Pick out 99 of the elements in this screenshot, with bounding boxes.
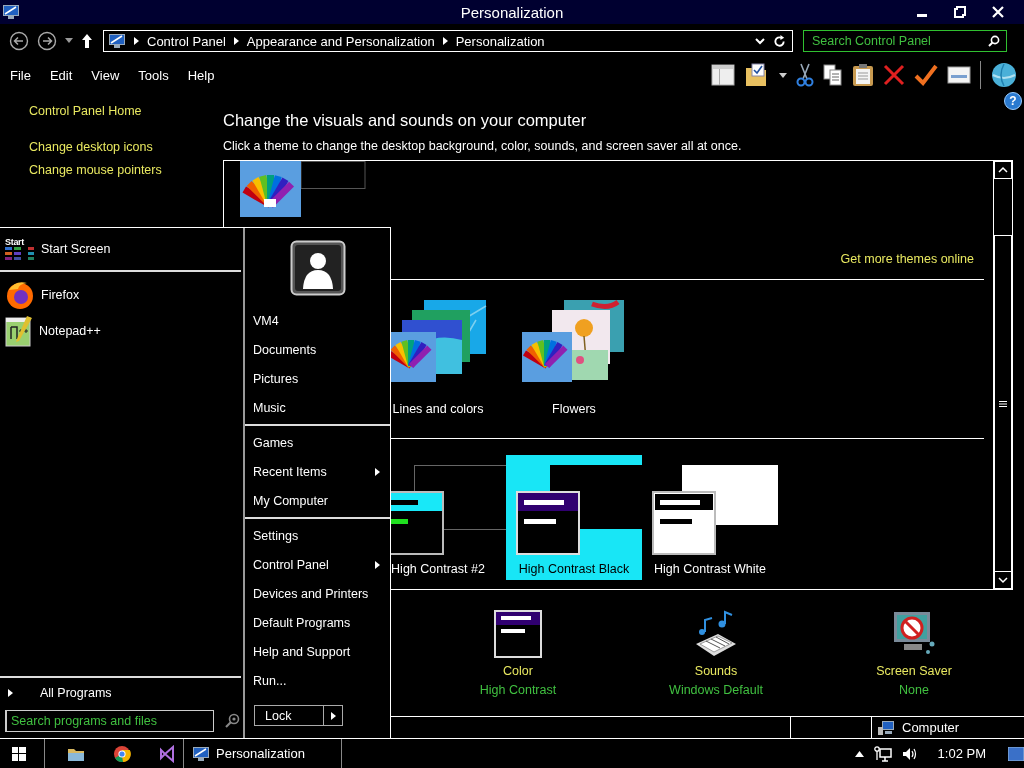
firefox-icon — [5, 280, 35, 310]
chevron-icon — [134, 37, 139, 45]
scrollbar[interactable] — [993, 161, 1012, 589]
show-hidden-icon[interactable] — [854, 750, 864, 757]
breadcrumb-item[interactable]: Control Panel — [147, 33, 226, 49]
menu-item[interactable]: Help — [187, 67, 215, 83]
start-menu-item[interactable]: Games — [245, 428, 390, 457]
color-scheme-icon[interactable] — [494, 610, 542, 658]
lock-button[interactable]: Lock — [254, 705, 324, 726]
scroll-up-icon[interactable] — [994, 161, 1012, 179]
get-more-themes-link[interactable]: Get more themes online — [840, 252, 974, 266]
sidebar-link[interactable]: Change desktop icons — [29, 140, 223, 155]
start-menu-item[interactable]: Run... — [245, 666, 390, 695]
envelope-icon[interactable] — [947, 66, 971, 84]
start-menu-item[interactable]: Recent Items — [245, 457, 390, 486]
start-menu-item[interactable]: Settings — [245, 521, 390, 550]
search-icon[interactable] — [224, 713, 240, 729]
start-menu-item[interactable]: Help and Support — [245, 637, 390, 666]
back-icon[interactable] — [9, 31, 29, 51]
start-menu-item[interactable]: Default Programs — [245, 608, 390, 637]
theme-preview-drawing[interactable] — [240, 161, 366, 217]
clipboard-icon[interactable] — [852, 63, 874, 87]
copy-icon[interactable] — [823, 64, 843, 86]
restore-icon[interactable] — [954, 6, 966, 18]
search-field[interactable]: Search programs and files — [5, 710, 214, 732]
theme-name: High Contrast White — [654, 562, 766, 576]
chrome-icon[interactable] — [113, 744, 131, 763]
delete-icon[interactable] — [883, 64, 905, 86]
program-item[interactable]: Start Start Screen — [0, 230, 243, 268]
address-field[interactable]: Control Panel Appearance and Personalization Personalization — [103, 30, 793, 52]
breadcrumb-item[interactable]: Appearance and Personalization — [246, 33, 435, 49]
theme-name: High Contrast Black — [518, 562, 630, 576]
help-button[interactable]: ? — [1004, 92, 1022, 110]
monitor-icon — [108, 33, 126, 49]
window-title: Personalization — [460, 3, 564, 21]
layout-icon[interactable] — [711, 64, 735, 86]
close-icon[interactable] — [992, 6, 1004, 18]
taskbar-button[interactable]: Personalization — [184, 739, 342, 768]
forward-icon[interactable] — [37, 31, 57, 51]
setting-title[interactable]: Sounds — [694, 664, 738, 678]
setting-title[interactable]: Screen Saver — [876, 664, 952, 678]
setting-value: Windows Default — [669, 683, 763, 697]
all-programs-item[interactable]: All Programs — [0, 681, 243, 705]
checkmark-icon[interactable] — [914, 64, 938, 86]
windows-logo-icon[interactable] — [12, 746, 26, 761]
menu-item[interactable]: File — [10, 67, 31, 83]
theme-name: Lines and colors — [392, 402, 484, 416]
visual-studio-icon[interactable] — [159, 744, 177, 763]
page-heading: Change the visuals and sounds on your computer — [223, 110, 588, 130]
scroll-down-icon[interactable] — [994, 571, 1012, 589]
sidebar-link[interactable]: Change mouse pointers — [29, 163, 223, 178]
triangle-icon — [8, 689, 13, 697]
program-item[interactable]: Firefox — [0, 280, 243, 310]
theme-tile[interactable]: High Contrast White — [642, 455, 778, 580]
caret-icon[interactable] — [65, 38, 73, 44]
computer-icon — [878, 720, 894, 735]
monitor-icon — [2, 4, 20, 20]
status-location: Computer — [902, 720, 960, 735]
search-icon[interactable] — [988, 35, 1000, 47]
search-field[interactable]: Search Control Panel — [803, 30, 1007, 52]
sidebar-link[interactable]: Control Panel Home — [29, 104, 223, 119]
scissors-icon[interactable] — [796, 63, 814, 87]
refresh-icon[interactable] — [773, 34, 786, 48]
setting-value: High Contrast — [479, 683, 557, 697]
user-avatar-icon[interactable] — [289, 240, 346, 296]
submenu-arrow-icon — [375, 560, 380, 569]
theme-tile[interactable]: High Contrast Black — [506, 455, 642, 580]
menu-item[interactable]: Edit — [49, 67, 73, 83]
show-desktop-icon[interactable] — [1008, 746, 1024, 761]
start-menu-item[interactable]: Devices and Printers — [245, 579, 390, 608]
setting-title[interactable]: Color — [503, 664, 533, 678]
up-arrow-icon[interactable] — [81, 33, 93, 49]
dropdown-icon[interactable] — [755, 37, 765, 45]
tiles-icon — [5, 247, 35, 261]
theme-name: Flowers — [552, 402, 596, 416]
start-menu-item[interactable]: Control Panel — [245, 550, 390, 579]
clock[interactable]: 1:02 PM — [937, 746, 986, 761]
page-description: Click a theme to change the desktop background, color, sounds, and screen saver all at once. — [223, 139, 743, 154]
start-menu-item[interactable]: My Computer — [245, 486, 390, 515]
notepad-icon — [5, 315, 33, 347]
network-icon[interactable] — [873, 745, 892, 762]
theme-tile[interactable]: Flowers — [506, 300, 642, 420]
breadcrumb-item[interactable]: Personalization — [455, 33, 545, 49]
menu-item[interactable]: Tools — [138, 67, 169, 83]
power-options-button[interactable] — [324, 705, 343, 726]
globe-icon[interactable] — [990, 61, 1018, 89]
chevron-icon — [233, 37, 239, 45]
theme-name: High Contrast #2 — [391, 562, 485, 576]
chevron-icon — [442, 37, 448, 45]
scroll-thumb[interactable] — [994, 235, 1012, 571]
setting-value: None — [899, 683, 929, 697]
menu-item[interactable]: View — [91, 67, 120, 83]
caret-icon[interactable] — [779, 72, 787, 78]
submenu-arrow-icon — [375, 467, 380, 476]
volume-icon[interactable] — [901, 746, 918, 761]
caret-icon — [330, 711, 336, 720]
monitor-icon — [192, 745, 210, 762]
program-item[interactable]: Notepad++ — [0, 314, 243, 348]
icon-caption: Start — [5, 237, 25, 247]
